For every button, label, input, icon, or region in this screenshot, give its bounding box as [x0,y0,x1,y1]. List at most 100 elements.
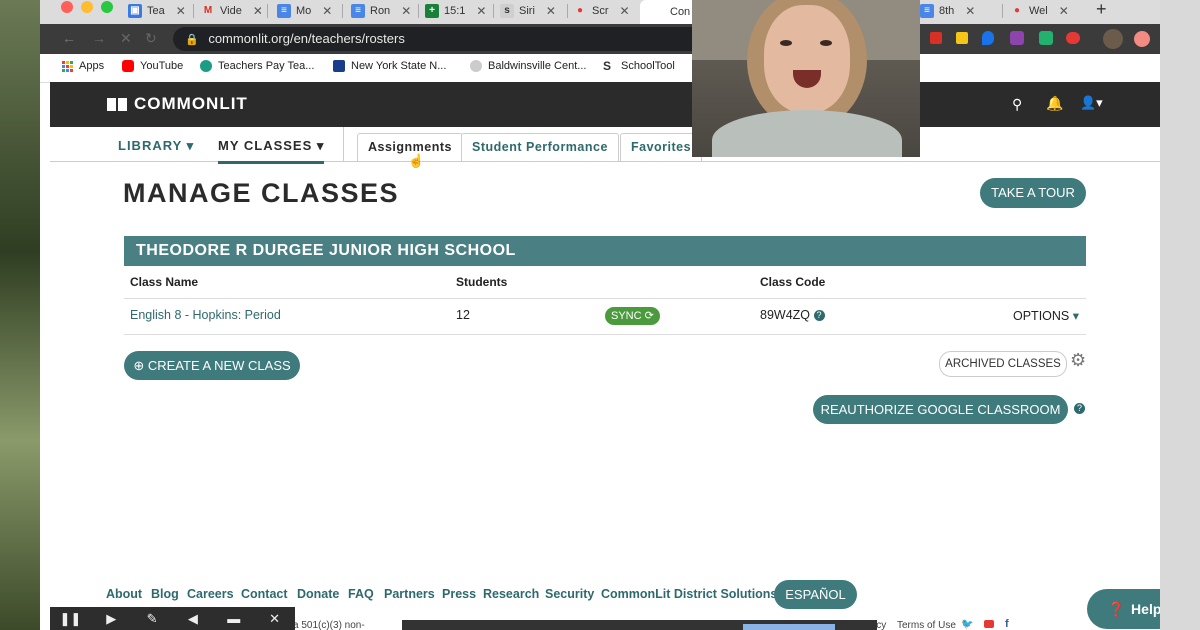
footer-link-about[interactable]: About [106,587,142,601]
tab-label: Mo [296,5,312,17]
tab-student-performance[interactable]: Student Performance [461,133,619,161]
browser-tab[interactable]: ≡ 8th ✕ [920,0,982,22]
help-circle-icon[interactable]: ? [1074,403,1085,414]
tab-close-icon[interactable]: ✕ [253,4,261,18]
browser-tab[interactable]: ≡ Ron ✕ [351,0,413,22]
footer-link-blog[interactable]: Blog [151,587,179,601]
bookmark-nys[interactable]: New York State N... [333,60,446,72]
browser-tab[interactable]: ● Wel ✕ [1010,0,1070,22]
footer-link-faq[interactable]: FAQ [348,587,374,601]
footer-link-terms[interactable]: Terms of Use [897,620,956,630]
help-button[interactable]: ❓ Help [1087,589,1160,629]
class-name-link[interactable]: English 8 - Hopkins: Period [130,308,281,322]
refresh-icon: ⟳ [644,310,654,322]
user-menu-icon[interactable]: 👤▾ [1080,95,1103,111]
bookmarks-bar: Apps YouTube Teachers Pay Tea... New Yor… [40,54,1160,83]
create-new-class-button[interactable]: ⊕ CREATE A NEW CLASS [124,351,300,380]
gear-icon[interactable]: ⚙ [1070,350,1086,371]
footer-link-research[interactable]: Research [483,587,539,601]
browser-tab[interactable]: ● Scr ✕ [573,0,633,22]
tab-label: 8th [939,5,955,17]
nav-my-classes[interactable]: MY CLASSES ▾ [218,138,325,164]
commonlit-logo[interactable]: COMMONLIT [106,94,248,114]
caret-down-icon: ▾ [1072,309,1080,323]
pause-icon[interactable]: ❚❚ [50,607,91,630]
sync-badge[interactable]: SYNC ⟳ [605,307,660,325]
reload-icon[interactable]: ↻ [145,30,157,47]
screencastify-icon: ● [1013,5,1021,16]
tab-close-icon[interactable]: ✕ [401,4,411,18]
tab-close-icon[interactable]: ✕ [476,4,486,18]
options-dropdown[interactable]: OPTIONS ▾ [1013,308,1079,323]
address-bar[interactable]: 🔒 commonlit.org/en/teachers/rosters [173,27,733,51]
browser-tab[interactable]: ≡ Mo ✕ [277,0,339,22]
extension-icon[interactable] [956,32,968,44]
bell-icon[interactable]: 🔔 [1046,95,1063,112]
nav-library[interactable]: LIBRARY ▾ [118,138,194,154]
footer-link-security[interactable]: Security [545,587,594,601]
extension-icon[interactable] [930,32,942,44]
bookmark-youtube[interactable]: YouTube [122,60,183,72]
bookmark-apps[interactable]: Apps [62,60,104,72]
tab-close-icon[interactable]: ✕ [546,4,556,18]
minimize-window-dot[interactable] [81,1,93,13]
profile-avatar[interactable] [1103,29,1123,49]
eraser-icon[interactable]: ▬ [213,607,254,630]
back-arrow-icon[interactable]: ← [62,30,76,46]
extension-icon[interactable] [1066,32,1080,44]
footer-link-donate[interactable]: Donate [297,587,339,601]
bookmark-schooltool[interactable]: S SchoolTool [603,60,675,72]
bookmark-teachers-pay-teachers[interactable]: Teachers Pay Tea... [200,60,314,72]
search-icon[interactable]: ⚲ [1012,96,1022,113]
tab-close-icon[interactable]: ✕ [965,4,975,18]
footer-link-district-solutions[interactable]: CommonLit District Solutions [601,587,777,601]
take-a-tour-button[interactable]: TAKE A TOUR [980,178,1086,208]
close-icon[interactable]: ✕ [254,607,295,630]
bookmark-baldwinsville[interactable]: Baldwinsville Cent... [470,60,586,72]
footer-link-press[interactable]: Press [442,587,476,601]
espanol-button[interactable]: ESPAÑOL [774,580,857,609]
extension-icon[interactable] [1010,31,1024,45]
nys-icon [333,60,345,72]
help-circle-icon[interactable]: ? [813,310,825,322]
browser-tab[interactable]: s Siri ✕ [500,0,562,22]
globe-icon [470,60,482,72]
youtube-icon[interactable] [984,620,994,628]
browser-tab[interactable]: M Vide ✕ [201,0,261,22]
footer-link-partners[interactable]: Partners [384,587,435,601]
close-window-dot[interactable] [61,1,73,13]
new-tab-button[interactable]: + [1096,0,1107,20]
archived-classes-button[interactable]: ARCHIVED CLASSES [939,351,1067,377]
twitter-icon[interactable]: 🐦 [961,619,973,630]
close-icon[interactable]: ✕ [120,30,132,47]
screen-share-button[interactable] [743,624,835,630]
browser-tab[interactable]: ▣ Tea ✕ [128,0,186,22]
tab-close-icon[interactable]: ✕ [1059,4,1069,18]
play-icon[interactable]: ▶ [91,607,132,630]
tab-label: Tea [147,5,165,17]
extension-icon[interactable] [1039,31,1053,45]
footer-link-contact[interactable]: Contact [241,587,288,601]
webcam-face [764,5,850,113]
tpt-icon [200,60,212,72]
col-header-class-code: Class Code [760,275,826,289]
facebook-icon[interactable]: f [1005,618,1009,630]
screencastify-icon: ● [576,5,584,16]
extension-icon[interactable] [982,31,994,45]
tab-close-icon[interactable]: ✕ [176,4,186,18]
tab-close-icon[interactable]: ✕ [620,4,630,18]
forward-arrow-icon[interactable]: → [92,30,106,46]
plus-circle-icon: ⊕ [133,358,145,373]
webcam-overlay[interactable] [692,0,920,157]
tab-favicon-icon: ▣ [128,4,142,18]
reauthorize-google-classroom-button[interactable]: REAUTHORIZE GOOGLE CLASSROOM [813,395,1068,424]
profile-badge-icon[interactable] [1134,31,1150,47]
tab-favorites[interactable]: Favorites [620,133,703,161]
pointer-icon[interactable]: ◀ [172,607,213,630]
pen-icon[interactable]: ✎ [132,607,173,630]
sub-navigation: LIBRARY ▾ MY CLASSES ▾ Assignments Stude… [50,127,1160,168]
tab-close-icon[interactable]: ✕ [322,4,332,18]
footer-link-careers[interactable]: Careers [187,587,234,601]
zoom-window-dot[interactable] [101,1,113,13]
browser-tab[interactable]: + 15:1 ✕ [425,0,489,22]
